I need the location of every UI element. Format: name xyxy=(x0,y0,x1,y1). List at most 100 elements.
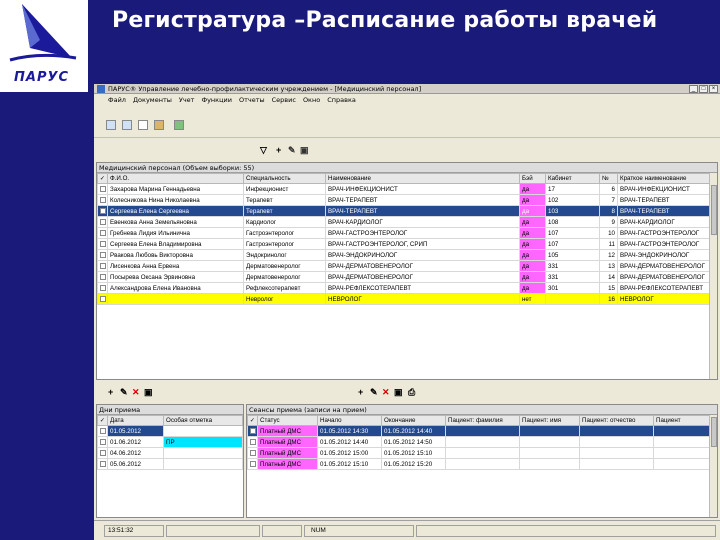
sessions-col-status[interactable]: Статус xyxy=(257,415,318,426)
col-check[interactable]: ✓ xyxy=(97,173,108,184)
days-properties-icon[interactable]: ▣ xyxy=(144,388,153,397)
col-flag[interactable]: Бэй xyxy=(519,173,546,184)
menu-accounting[interactable]: Учет xyxy=(179,95,195,105)
main-toolbar xyxy=(94,106,720,138)
sessions-caption: Сеансы приема (записи на прием) xyxy=(247,405,717,415)
sessions-col-patient[interactable]: Пациент xyxy=(653,415,710,426)
properties-icon[interactable]: ▣ xyxy=(300,146,309,155)
sessions-col-lastname[interactable]: Пациент: фамилия xyxy=(445,415,520,426)
scroll-thumb[interactable] xyxy=(711,185,717,235)
staff-table: ✓ Ф.И.О. Специальность Наименование Бэй … xyxy=(97,173,710,305)
row-checkbox[interactable] xyxy=(99,218,106,225)
scroll-thumb[interactable] xyxy=(711,417,717,447)
col-room[interactable]: Кабинет xyxy=(545,173,600,184)
days-edit-icon[interactable]: ✎ xyxy=(120,388,128,397)
table-row[interactable]: 05.06.2012 xyxy=(97,458,243,470)
vertical-scrollbar[interactable] xyxy=(709,173,717,379)
table-row[interactable]: Александрова Елена Ивановна Рефлексотерап… xyxy=(97,282,710,294)
table-row[interactable]: 01.05.2012 xyxy=(97,425,243,437)
row-checkbox[interactable] xyxy=(99,438,106,445)
close-button[interactable]: × xyxy=(709,85,718,93)
folder-icon[interactable] xyxy=(154,120,164,130)
table-row[interactable]: Платный ДМС 01.05.2012 14:40 01.05.2012 14… xyxy=(247,436,710,448)
sessions-col-start[interactable]: Начало xyxy=(317,415,382,426)
table-row[interactable]: Платный ДМС 01.05.2012 15:10 01.05.2012 15… xyxy=(247,458,710,470)
menu-bar: Файл Документы Учет Функции Отчеты Серви… xyxy=(94,95,720,105)
table-row[interactable]: 04.06.2012 xyxy=(97,447,243,459)
table-row[interactable]: Платный ДМС 01.05.2012 15:00 01.05.2012 15… xyxy=(247,447,710,459)
menu-functions[interactable]: Функции xyxy=(201,95,232,105)
row-checkbox[interactable] xyxy=(99,251,106,258)
row-checkbox[interactable] xyxy=(99,449,106,456)
maximize-button[interactable]: □ xyxy=(699,85,708,93)
table-row-highlighted[interactable]: Невролог НЕВРОЛОГ нет 16 НЕВРОЛОГ xyxy=(97,293,710,305)
table-row[interactable]: Рвакова Любовь Викторовна Эндокринолог ВРА… xyxy=(97,249,710,261)
col-specialty[interactable]: Специальность xyxy=(243,173,326,184)
status-cell-2 xyxy=(166,525,260,537)
table-row[interactable]: Посырева Оксана Эрвиновна Дерматовенероло… xyxy=(97,271,710,283)
sessions-col-end[interactable]: Окончание xyxy=(381,415,446,426)
table-row-selected[interactable]: Сергеева Елена Сергеевна Терапевт ВРАЧ-ТЕР… xyxy=(97,205,710,217)
col-short-name[interactable]: Краткое наименование xyxy=(617,173,710,184)
parus-logo: ПАРУС xyxy=(0,0,88,92)
row-checkbox[interactable] xyxy=(99,284,106,291)
row-checkbox[interactable] xyxy=(99,185,106,192)
sessions-col-check[interactable]: ✓ xyxy=(247,415,258,426)
table-row[interactable]: Гребнева Лидия Ильинична Гастроэнтеролог В… xyxy=(97,227,710,239)
sessions-col-firstname[interactable]: Пациент: имя xyxy=(519,415,580,426)
add-icon[interactable]: + xyxy=(276,146,281,155)
menu-documents[interactable]: Документы xyxy=(133,95,172,105)
days-add-icon[interactable]: + xyxy=(108,388,113,397)
sessions-properties-icon[interactable]: ▣ xyxy=(394,388,403,397)
app-icon xyxy=(97,85,105,93)
col-fio[interactable]: Ф.И.О. xyxy=(107,173,244,184)
sessions-scrollbar[interactable] xyxy=(709,415,717,517)
row-checkbox[interactable] xyxy=(99,229,106,236)
days-col-mark[interactable]: Особая отметка xyxy=(163,415,243,426)
menu-file[interactable]: Файл xyxy=(108,95,126,105)
menu-reports[interactable]: Отчеты xyxy=(239,95,265,105)
document-icon[interactable] xyxy=(138,120,148,130)
minimize-button[interactable]: _ xyxy=(689,85,698,93)
window-title: ПАРУС® Управление лечебно-профилактическ… xyxy=(108,85,422,93)
sessions-edit-icon[interactable]: ✎ xyxy=(370,388,378,397)
excel-icon[interactable] xyxy=(174,120,184,130)
menu-window[interactable]: Окно xyxy=(303,95,320,105)
col-name[interactable]: Наименование xyxy=(325,173,520,184)
logo-text: ПАРУС xyxy=(14,70,70,85)
col-num[interactable]: № xyxy=(599,173,618,184)
filter-icon[interactable]: ▽ xyxy=(260,146,267,155)
status-time: 13:51:32 xyxy=(104,525,164,537)
menu-service[interactable]: Сервис xyxy=(272,95,296,105)
edit-icon[interactable]: ✎ xyxy=(288,146,296,155)
sessions-add-icon[interactable]: + xyxy=(358,388,363,397)
table-row[interactable]: Евенкова Анна Земельяновна Кардиолог ВРАЧ-… xyxy=(97,216,710,228)
table-row[interactable]: Колесникова Нина Николаевна Терапевт ВРАЧ-… xyxy=(97,194,710,206)
row-checkbox[interactable] xyxy=(99,273,106,280)
row-checkbox[interactable] xyxy=(99,240,106,247)
row-checkbox[interactable] xyxy=(99,262,106,269)
table-icon[interactable] xyxy=(122,120,132,130)
row-checkbox[interactable] xyxy=(249,427,256,434)
row-checkbox[interactable] xyxy=(99,196,106,203)
table-row[interactable]: 01.06.2012 ПР xyxy=(97,436,243,448)
catalog-icon[interactable] xyxy=(106,120,116,130)
sessions-col-patronymic[interactable]: Пациент: отчество xyxy=(579,415,654,426)
row-checkbox[interactable] xyxy=(99,460,106,467)
menu-help[interactable]: Справка xyxy=(327,95,356,105)
row-checkbox[interactable] xyxy=(99,427,106,434)
days-delete-icon[interactable]: ✕ xyxy=(132,388,140,397)
sessions-delete-icon[interactable]: ✕ xyxy=(382,388,390,397)
row-checkbox[interactable] xyxy=(249,438,256,445)
table-row-selected[interactable]: Платный ДМС 01.05.2012 14:30 01.05.2012 14… xyxy=(247,425,710,437)
row-checkbox[interactable] xyxy=(99,295,106,302)
row-checkbox[interactable] xyxy=(249,449,256,456)
days-col-check[interactable]: ✓ xyxy=(97,415,108,426)
days-col-date[interactable]: Дата xyxy=(107,415,164,426)
row-checkbox[interactable] xyxy=(249,460,256,467)
table-row[interactable]: Сергеева Елена Владимировна Гастроэнтерол… xyxy=(97,238,710,250)
table-row[interactable]: Лисенкова Анна Ервена Дерматовенеролог ВРА… xyxy=(97,260,710,272)
table-row[interactable]: Захарова Марина Геннадьевна Инфекционист В… xyxy=(97,183,710,195)
sessions-print-icon[interactable]: ⎙ xyxy=(408,388,415,397)
row-checkbox[interactable] xyxy=(99,207,106,214)
